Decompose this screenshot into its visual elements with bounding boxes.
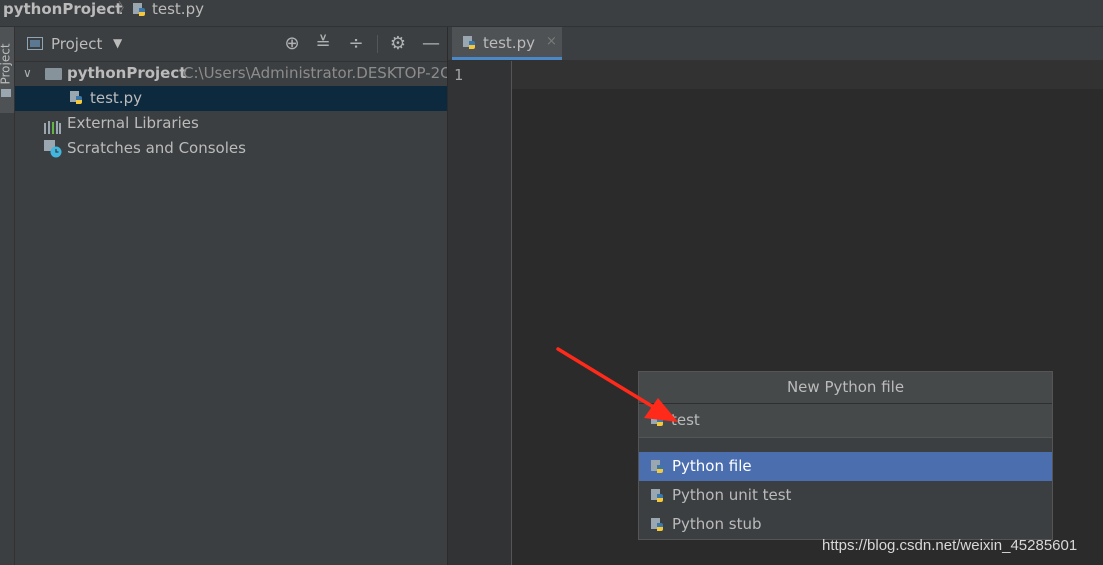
tool-window-stripe: Project	[0, 27, 15, 565]
watermark: https://blog.csdn.net/weixin_45285601	[822, 537, 1078, 554]
python-file-icon	[132, 2, 148, 18]
python-file-icon	[69, 90, 85, 106]
project-view-icon	[27, 37, 43, 50]
breadcrumb-separator: 〉	[118, 1, 132, 17]
chevron-down-icon[interactable]: ▼	[113, 36, 122, 50]
python-file-icon	[650, 517, 666, 533]
option-label: Python file	[672, 457, 752, 475]
new-python-file-dialog: New Python file Python file Python unit …	[638, 371, 1053, 540]
line-number: 1	[454, 66, 464, 84]
navigation-bar: pythonProject 〉 test.py	[0, 0, 1103, 27]
breadcrumb-project[interactable]: pythonProject	[3, 0, 122, 19]
editor-gutter: 1	[448, 61, 512, 565]
hide-icon[interactable]: —	[420, 33, 442, 55]
dialog-title: New Python file	[639, 372, 1052, 404]
tab-label: test.py	[483, 34, 535, 52]
tree-item-label: Scratches and Consoles	[67, 139, 246, 157]
locate-icon[interactable]: ⊕	[281, 33, 303, 55]
close-icon[interactable]: ×	[546, 34, 557, 49]
tree-item-label: pythonProject	[67, 64, 187, 82]
project-panel: Project ▼ ⊕ ≚ ÷ ⚙ — ∨ pythonProject C:\U…	[15, 27, 447, 565]
tree-item-external-libraries[interactable]: External Libraries	[15, 111, 447, 136]
project-panel-header: Project ▼ ⊕ ≚ ÷ ⚙ —	[15, 27, 447, 62]
project-tool-button[interactable]: Project	[0, 27, 14, 113]
option-label: Python unit test	[672, 486, 792, 504]
annotation-arrow	[556, 347, 678, 422]
caret-line[interactable]	[512, 61, 1103, 89]
option-python-stub[interactable]: Python stub	[639, 510, 1052, 539]
python-file-icon	[462, 35, 478, 51]
python-file-icon	[650, 488, 666, 504]
library-icon	[44, 117, 62, 134]
option-python-file[interactable]: Python file	[639, 452, 1052, 481]
collapse-all-icon[interactable]: ÷	[345, 33, 367, 55]
option-python-unit-test[interactable]: Python unit test	[639, 481, 1052, 510]
editor-tab-bar: test.py ×	[448, 27, 1103, 61]
file-name-input[interactable]	[671, 409, 1031, 431]
option-label: Python stub	[672, 515, 762, 533]
gear-icon[interactable]: ⚙	[387, 33, 409, 55]
tree-item-test-py[interactable]: test.py	[15, 86, 447, 111]
chevron-down-icon[interactable]: ∨	[23, 61, 32, 86]
expand-all-icon[interactable]: ≚	[312, 33, 334, 55]
tree-item-label: test.py	[90, 89, 142, 107]
toolbar-divider	[377, 35, 378, 53]
scratches-icon	[44, 140, 62, 158]
project-tool-label: Project	[0, 43, 13, 85]
tree-item-project-root[interactable]: ∨ pythonProject C:\Users\Administrator.D…	[15, 61, 447, 86]
folder-icon	[45, 68, 62, 80]
tree-item-scratches[interactable]: Scratches and Consoles	[15, 136, 447, 161]
folder-icon	[1, 89, 11, 97]
breadcrumb-file[interactable]: test.py	[132, 0, 204, 19]
project-path: C:\Users\Administrator.DESKTOP-2Q	[183, 64, 447, 82]
file-name-row	[639, 404, 1052, 438]
breadcrumb-file-label: test.py	[152, 0, 204, 18]
tree-item-label: External Libraries	[67, 114, 199, 132]
python-file-icon	[650, 459, 666, 475]
project-view-selector[interactable]: Project	[51, 35, 102, 53]
tab-test-py[interactable]: test.py ×	[452, 27, 562, 60]
